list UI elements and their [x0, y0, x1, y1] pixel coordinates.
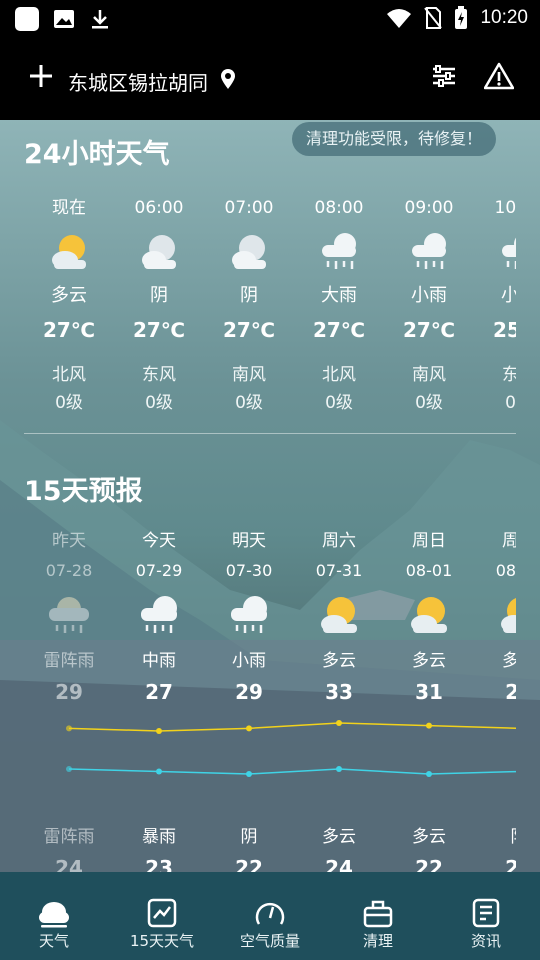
hour-item: 06:00 阴 27℃ 东风 0级 — [114, 195, 204, 417]
cloud-icon — [39, 902, 69, 928]
overcast-icon — [204, 221, 294, 283]
news-icon — [472, 898, 500, 928]
day-item[interactable]: 周一 08-02 多云 29 阴 23 — [474, 526, 516, 872]
high-temp-point — [66, 725, 72, 732]
nav-clean[interactable]: 清理 — [324, 872, 432, 960]
daily-forecast[interactable]: 昨天 07-28 雷阵雨 29 雷阵雨 24 今天 07-29 中雨 27 暴雨… — [24, 526, 516, 872]
high-temp-point — [336, 720, 342, 726]
hour-item: 07:00 阴 27℃ 南风 0级 — [204, 195, 294, 417]
partly-cloudy-icon — [474, 586, 516, 646]
thunderstorm-icon — [24, 586, 114, 646]
light-rain-icon — [204, 586, 294, 646]
light-rain-icon — [474, 221, 516, 283]
low-temp-point — [66, 766, 72, 772]
hour-item: 10:00 小雨 25℃ 东风 0级 — [474, 195, 516, 417]
location-title[interactable]: 东城区锡拉胡同 — [68, 67, 208, 96]
hour-item: 09:00 小雨 27℃ 南风 0级 — [384, 195, 474, 417]
heavy-rain-icon — [294, 221, 384, 283]
day-item[interactable]: 明天 07-30 小雨 29 阴 22 — [204, 526, 294, 872]
settings-sliders-icon[interactable] — [430, 62, 458, 90]
location-pin-icon — [221, 69, 235, 89]
high-temp-point — [156, 728, 162, 734]
nav-15-day[interactable]: 15天天气 — [108, 872, 216, 960]
download-icon — [92, 10, 108, 29]
low-temp-point — [156, 768, 162, 775]
add-city-icon[interactable] — [28, 63, 54, 89]
image-icon — [54, 10, 74, 28]
high-temp-point — [426, 722, 432, 729]
day-item[interactable]: 周六 07-31 多云 33 多云 24 — [294, 526, 384, 872]
toast-message: 清理功能受限，待修复！ — [292, 122, 497, 156]
low-temp-line — [68, 768, 516, 775]
app-notification-icon — [15, 7, 39, 31]
wifi-icon — [387, 9, 412, 28]
day-item[interactable]: 周日 08-01 多云 31 多云 22 — [384, 526, 474, 872]
chart-icon — [147, 898, 177, 928]
high-temp-point — [246, 725, 252, 732]
moderate-rain-icon — [114, 586, 204, 646]
low-temp-point — [336, 766, 342, 772]
nav-news[interactable]: 资讯 — [432, 872, 540, 960]
low-temp-point — [246, 771, 252, 777]
day-item[interactable]: 今天 07-29 中雨 27 暴雨 23 — [114, 526, 204, 872]
divider — [24, 433, 516, 434]
nav-weather[interactable]: 天气 — [0, 872, 108, 960]
battery-charging-icon — [455, 6, 468, 29]
daily-title: 15天预报 — [24, 476, 143, 507]
hour-item: 08:00 大雨 27℃ 北风 0级 — [294, 195, 384, 417]
high-temp-line — [68, 722, 516, 732]
hourly-title: 24小时天气 — [24, 139, 170, 170]
gauge-icon — [255, 902, 285, 925]
overcast-icon — [114, 221, 204, 283]
hour-item: 现在 多云 27℃ 北风 0级 — [24, 195, 114, 417]
partly-cloudy-icon — [24, 221, 114, 283]
top-bar: 东城区锡拉胡同 — [0, 36, 540, 120]
no-sim-icon — [424, 7, 443, 29]
bag-icon — [363, 900, 393, 928]
warning-icon[interactable] — [484, 62, 514, 90]
weather-scroll-area[interactable]: 清理功能受限，待修复！ 24小时天气 现在 多云 27℃ 北风 0级 06:00… — [0, 120, 540, 872]
nav-air-quality[interactable]: 空气质量 — [216, 872, 324, 960]
light-rain-icon — [384, 221, 474, 283]
clock: 10:20 — [480, 7, 528, 28]
partly-cloudy-icon — [384, 586, 474, 646]
bottom-navigation: 天气 15天天气 空气质量 清理 资讯 — [0, 872, 540, 960]
day-item[interactable]: 昨天 07-28 雷阵雨 29 雷阵雨 24 — [24, 526, 114, 872]
hourly-forecast[interactable]: 现在 多云 27℃ 北风 0级 06:00 阴 27℃ 东风 0级 07:00 … — [24, 195, 516, 495]
status-bar: 10:20 — [0, 0, 540, 36]
low-temp-point — [426, 771, 432, 777]
partly-cloudy-icon — [294, 586, 384, 646]
